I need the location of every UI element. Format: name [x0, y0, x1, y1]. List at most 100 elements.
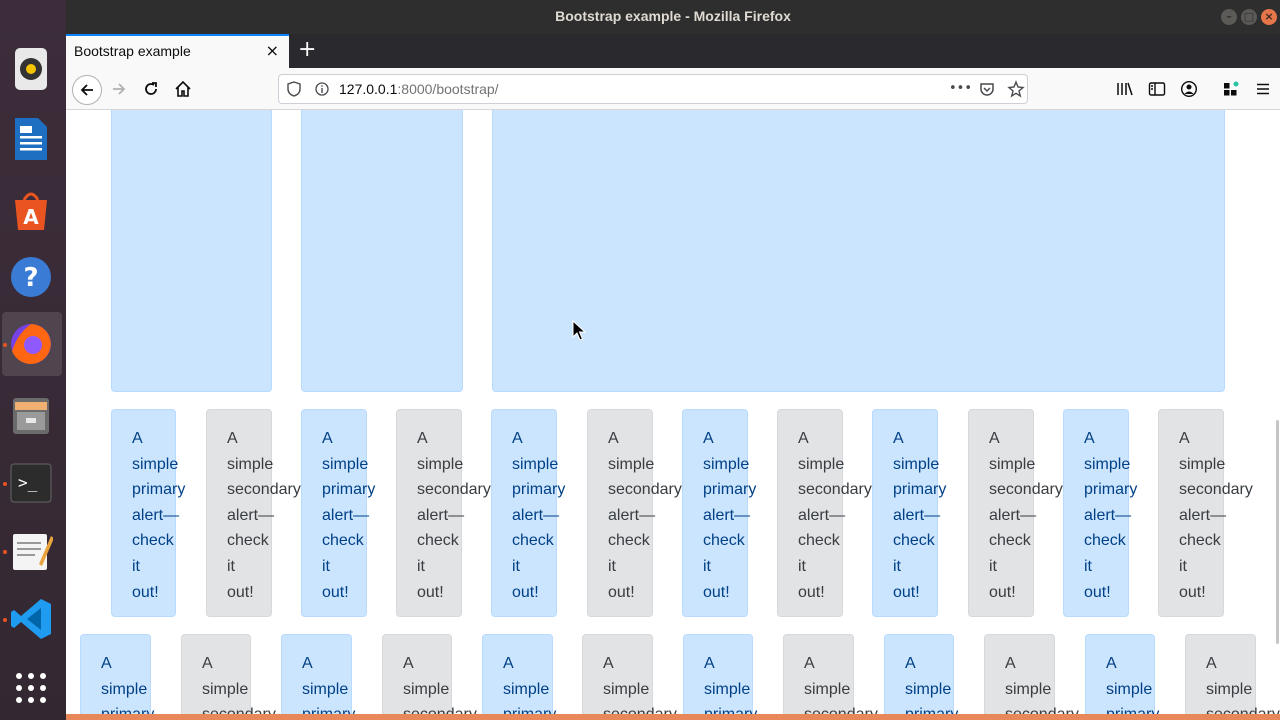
show-applications-icon[interactable] [8, 664, 54, 710]
url-text[interactable]: 127.0.0.1:8000/bootstrap/ [339, 81, 499, 97]
primary-alert: A simple primary [884, 634, 958, 714]
open-menu-button[interactable] [1250, 76, 1276, 102]
alert-text: A simple primary [302, 655, 355, 714]
library-icon [1117, 82, 1133, 96]
secondary-alert: A simple secondary [181, 634, 276, 714]
files-icon[interactable] [8, 392, 54, 438]
close-window-button[interactable]: × [1261, 9, 1277, 25]
reload-icon [145, 82, 157, 95]
alert-text: A simple secondary [804, 655, 878, 714]
primary-alert: A simple primary [281, 634, 355, 714]
back-button[interactable] [72, 75, 102, 105]
tab-strip: Bootstrap example × + [66, 34, 1280, 68]
alert-text: A simple secondary [403, 655, 477, 714]
secondary-alert: A simple secondary alert— check it out! [206, 409, 301, 617]
alert-text: A simple primary [905, 655, 958, 714]
help-icon[interactable]: ? [8, 254, 54, 300]
firefox-icon[interactable] [8, 321, 54, 367]
alert-text: A simple primary [1106, 655, 1159, 714]
primary-block [111, 110, 272, 392]
secondary-alert: A simple secondary alert— check it out! [968, 409, 1063, 617]
secondary-alert: A simple secondary [382, 634, 477, 714]
svg-text:>_: >_ [18, 473, 38, 492]
url-host: 127.0.0.1 [339, 81, 398, 97]
primary-alert: A simple primary alert— check it out! [111, 409, 185, 617]
alert-text: A simple primary alert— check it out! [132, 430, 186, 601]
alert-text: A simple secondary alert— check it out! [1179, 430, 1253, 601]
account-button[interactable] [1176, 76, 1202, 102]
primary-alert: A simple primary [80, 634, 154, 714]
url-bar[interactable]: 127.0.0.1:8000/bootstrap/ ••• [278, 74, 1028, 104]
secondary-alert: A simple secondary alert— check it out! [777, 409, 872, 617]
alert-text: A simple secondary [1005, 655, 1079, 714]
text-editor-icon[interactable] [8, 528, 54, 574]
alert-text: A simple primary [101, 655, 154, 714]
vscode-icon[interactable] [8, 596, 54, 642]
terminal-icon[interactable]: >_ [8, 460, 54, 506]
tab-bootstrap-example[interactable]: Bootstrap example × [66, 34, 289, 68]
vertical-scrollbar[interactable] [1276, 420, 1279, 644]
pocket-icon[interactable] [979, 81, 995, 97]
secondary-alert: A simple secondary [783, 634, 878, 714]
libreoffice-writer-icon[interactable] [8, 116, 54, 162]
secondary-alert: A simple secondary alert— check it out! [587, 409, 682, 617]
window-title: Bootstrap example - Mozilla Firefox [555, 8, 791, 24]
alert-text: A simple secondary [202, 655, 276, 714]
tab-title: Bootstrap example [74, 43, 191, 59]
sidebar-button[interactable] [1144, 76, 1170, 102]
extensions-button[interactable] [1218, 76, 1244, 102]
window-titlebar: Bootstrap example - Mozilla Firefox – □ … [66, 0, 1280, 34]
site-info-icon[interactable] [315, 82, 329, 96]
svg-text:A: A [23, 205, 39, 229]
alert-text: A simple secondary [603, 655, 677, 714]
primary-alert: A simple primary alert— check it out! [1063, 409, 1137, 617]
primary-alert: A simple primary alert— check it out! [682, 409, 756, 617]
alert-text: A simple primary alert— check it out! [512, 430, 566, 601]
hamburger-menu-icon [1257, 83, 1269, 95]
alert-text: A simple primary alert— check it out! [893, 430, 947, 601]
extensions-puzzle-icon [1224, 81, 1239, 96]
bookmark-star-icon[interactable] [1007, 80, 1025, 98]
forward-arrow-icon [113, 83, 126, 95]
rhythmbox-icon[interactable] [8, 46, 54, 92]
maximize-button[interactable]: □ [1241, 9, 1257, 25]
alert-text: A simple primary [704, 655, 757, 714]
alert-text: A simple secondary alert— check it out! [227, 430, 301, 601]
reload-button[interactable] [138, 76, 164, 102]
back-arrow-icon [80, 84, 93, 96]
window-bottom-edge [66, 714, 1280, 720]
page-content[interactable]: A simple primary alert— check it out! A … [66, 110, 1280, 714]
page-actions-menu-icon[interactable]: ••• [949, 81, 972, 96]
forward-button[interactable] [106, 76, 132, 102]
library-button[interactable] [1112, 76, 1138, 102]
svg-text:?: ? [23, 263, 38, 293]
tab-close-icon[interactable]: × [266, 41, 279, 60]
ubuntu-dock: A ? >_ [0, 0, 66, 720]
minimize-button[interactable]: – [1221, 9, 1237, 25]
firefox-running-indicator [3, 343, 7, 347]
secondary-alert: A simple secondary [984, 634, 1079, 714]
alert-text: A simple secondary alert— check it out! [798, 430, 872, 601]
alert-text: A simple secondary alert— check it out! [417, 430, 491, 601]
ubuntu-software-icon[interactable]: A [8, 186, 54, 232]
terminal-running-indicator [3, 482, 7, 486]
tracking-protection-shield-icon[interactable] [287, 81, 301, 97]
mouse-pointer-icon [572, 320, 586, 341]
vscode-running-indicator [3, 618, 7, 622]
primary-alert: A simple primary [683, 634, 757, 714]
primary-alert: A simple primary alert— check it out! [491, 409, 565, 617]
home-icon [175, 80, 191, 97]
primary-alert: A simple primary [482, 634, 556, 714]
alert-text: A simple secondary alert— check it out! [608, 430, 682, 601]
new-tab-button[interactable]: + [298, 37, 316, 62]
secondary-alert: A simple secondary alert— check it out! [396, 409, 491, 617]
alert-text: A simple primary alert— check it out! [322, 430, 376, 601]
alert-text: A simple secondary alert— check it out! [989, 430, 1063, 601]
home-button[interactable] [170, 76, 196, 102]
sidebar-icon [1148, 82, 1166, 96]
secondary-alert: A simple secondary [1185, 634, 1280, 714]
account-icon [1180, 80, 1198, 98]
url-path: :8000/bootstrap/ [397, 81, 499, 97]
alert-text: A simple primary [503, 655, 556, 714]
primary-alert: A simple primary alert— check it out! [301, 409, 375, 617]
